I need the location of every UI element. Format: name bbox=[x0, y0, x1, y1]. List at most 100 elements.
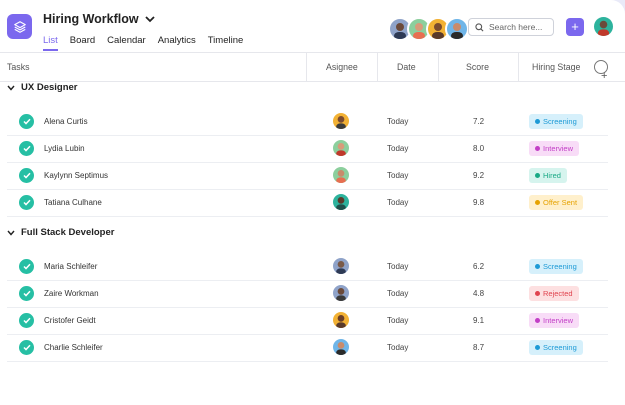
column-score[interactable]: Score bbox=[466, 62, 489, 72]
stage-label: Screening bbox=[543, 343, 577, 352]
check-circle-icon[interactable] bbox=[19, 259, 34, 274]
assignee-avatar[interactable] bbox=[333, 285, 349, 301]
tab-board[interactable]: Board bbox=[70, 35, 95, 51]
date-cell: Today bbox=[387, 198, 409, 207]
tab-analytics[interactable]: Analytics bbox=[158, 35, 196, 51]
column-divider bbox=[438, 53, 439, 81]
stage-label: Hired bbox=[543, 171, 561, 180]
score-cell: 6.2 bbox=[473, 262, 485, 271]
status-dot-icon bbox=[535, 291, 540, 296]
score-cell: 8.7 bbox=[473, 343, 485, 352]
date-cell: Today bbox=[387, 171, 409, 180]
team-avatars[interactable] bbox=[388, 17, 469, 41]
tab-timeline[interactable]: Timeline bbox=[208, 35, 244, 51]
search-input[interactable]: Search here... bbox=[468, 18, 554, 36]
add-button[interactable]: + bbox=[566, 18, 584, 36]
assignee-avatar[interactable] bbox=[333, 258, 349, 274]
stage-badge[interactable]: Interview bbox=[529, 141, 580, 156]
stage-label: Interview bbox=[543, 144, 574, 153]
tab-list[interactable]: List bbox=[43, 35, 58, 51]
table-row[interactable]: Tatiana Culhane Today 9.8 Offer Sent bbox=[7, 189, 608, 217]
check-circle-icon[interactable] bbox=[19, 114, 34, 129]
assignee-avatar[interactable] bbox=[333, 339, 349, 355]
table-row[interactable]: Maria Schleifer Today 6.2 Screening bbox=[7, 253, 608, 281]
stage-badge[interactable]: Screening bbox=[529, 340, 583, 355]
assignee-avatar[interactable] bbox=[333, 113, 349, 129]
score-cell: 9.1 bbox=[473, 316, 485, 325]
status-dot-icon bbox=[535, 264, 540, 269]
check-circle-icon[interactable] bbox=[19, 313, 34, 328]
page-title-text: Hiring Workflow bbox=[43, 12, 139, 26]
search-placeholder: Search here... bbox=[489, 22, 543, 32]
status-dot-icon bbox=[535, 345, 540, 350]
check-circle-icon[interactable] bbox=[19, 340, 34, 355]
group-header[interactable]: Full Stack Developer bbox=[7, 227, 114, 238]
date-cell: Today bbox=[387, 343, 409, 352]
table-header: Tasks Asignee Date Score Hiring Stage + bbox=[0, 52, 625, 82]
column-hiring-stage[interactable]: Hiring Stage bbox=[532, 62, 580, 72]
candidate-name: Maria Schleifer bbox=[44, 262, 98, 271]
stage-badge[interactable]: Rejected bbox=[529, 286, 579, 301]
assignee-avatar[interactable] bbox=[333, 167, 349, 183]
check-circle-icon[interactable] bbox=[19, 168, 34, 183]
chevron-down-icon[interactable] bbox=[7, 85, 15, 91]
page-title[interactable]: Hiring Workflow bbox=[43, 12, 155, 26]
date-cell: Today bbox=[387, 289, 409, 298]
table-row[interactable]: Lydia Lubin Today 8.0 Interview bbox=[7, 135, 608, 163]
assignee-avatar[interactable] bbox=[333, 140, 349, 156]
status-dot-icon bbox=[535, 146, 540, 151]
score-cell: 9.8 bbox=[473, 198, 485, 207]
user-avatar[interactable] bbox=[594, 17, 613, 36]
check-circle-icon[interactable] bbox=[19, 141, 34, 156]
stage-label: Offer Sent bbox=[543, 198, 578, 207]
status-dot-icon bbox=[535, 119, 540, 124]
score-cell: 8.0 bbox=[473, 144, 485, 153]
assignee-avatar[interactable] bbox=[333, 194, 349, 210]
table-row[interactable]: Kaylynn Septimus Today 9.2 Hired bbox=[7, 162, 608, 190]
status-dot-icon bbox=[535, 318, 540, 323]
date-cell: Today bbox=[387, 117, 409, 126]
column-date[interactable]: Date bbox=[397, 62, 416, 72]
score-cell: 9.2 bbox=[473, 171, 485, 180]
stage-label: Screening bbox=[543, 262, 577, 271]
stage-badge[interactable]: Screening bbox=[529, 114, 583, 129]
check-circle-icon[interactable] bbox=[19, 286, 34, 301]
date-cell: Today bbox=[387, 316, 409, 325]
stage-badge[interactable]: Interview bbox=[529, 313, 580, 328]
stage-label: Screening bbox=[543, 117, 577, 126]
candidate-name: Tatiana Culhane bbox=[44, 198, 102, 207]
avatar[interactable] bbox=[445, 17, 469, 41]
stage-badge[interactable]: Hired bbox=[529, 168, 567, 183]
column-divider bbox=[306, 53, 307, 81]
check-circle-icon[interactable] bbox=[19, 195, 34, 210]
stage-label: Rejected bbox=[543, 289, 573, 298]
chevron-down-icon[interactable] bbox=[144, 15, 155, 23]
chevron-down-icon[interactable] bbox=[7, 230, 15, 236]
stage-badge[interactable]: Screening bbox=[529, 259, 583, 274]
stage-badge[interactable]: Offer Sent bbox=[529, 195, 584, 210]
plus-icon: + bbox=[601, 70, 608, 82]
score-cell: 4.8 bbox=[473, 289, 485, 298]
group-header[interactable]: UX Designer bbox=[7, 82, 78, 93]
group-title: Full Stack Developer bbox=[21, 227, 115, 238]
candidate-name: Kaylynn Septimus bbox=[44, 171, 109, 180]
table-row[interactable]: Charlie Schleifer Today 8.7 Screening bbox=[7, 334, 608, 362]
column-divider bbox=[518, 53, 519, 81]
search-icon bbox=[475, 22, 484, 31]
candidate-name: Lydia Lubin bbox=[44, 144, 85, 153]
candidate-name: Charlie Schleifer bbox=[44, 343, 103, 352]
layers-logo-icon[interactable] bbox=[7, 14, 32, 39]
date-cell: Today bbox=[387, 262, 409, 271]
column-tasks[interactable]: Tasks bbox=[7, 62, 30, 72]
app-window: Hiring Workflow List Board Calendar Anal… bbox=[0, 0, 625, 405]
plus-icon: + bbox=[571, 19, 579, 34]
column-assignee[interactable]: Asignee bbox=[326, 62, 358, 72]
table-row[interactable]: Zaire Workman Today 4.8 Rejected bbox=[7, 280, 608, 308]
group-title: UX Designer bbox=[21, 82, 78, 93]
table-row[interactable]: Cristofer Geidt Today 9.1 Interview bbox=[7, 307, 608, 335]
table-row[interactable]: Alena Curtis Today 7.2 Screening bbox=[7, 108, 608, 136]
assignee-avatar[interactable] bbox=[333, 312, 349, 328]
add-column-button[interactable]: + bbox=[594, 60, 608, 82]
tab-calendar[interactable]: Calendar bbox=[107, 35, 146, 51]
candidate-name: Cristofer Geidt bbox=[44, 316, 96, 325]
